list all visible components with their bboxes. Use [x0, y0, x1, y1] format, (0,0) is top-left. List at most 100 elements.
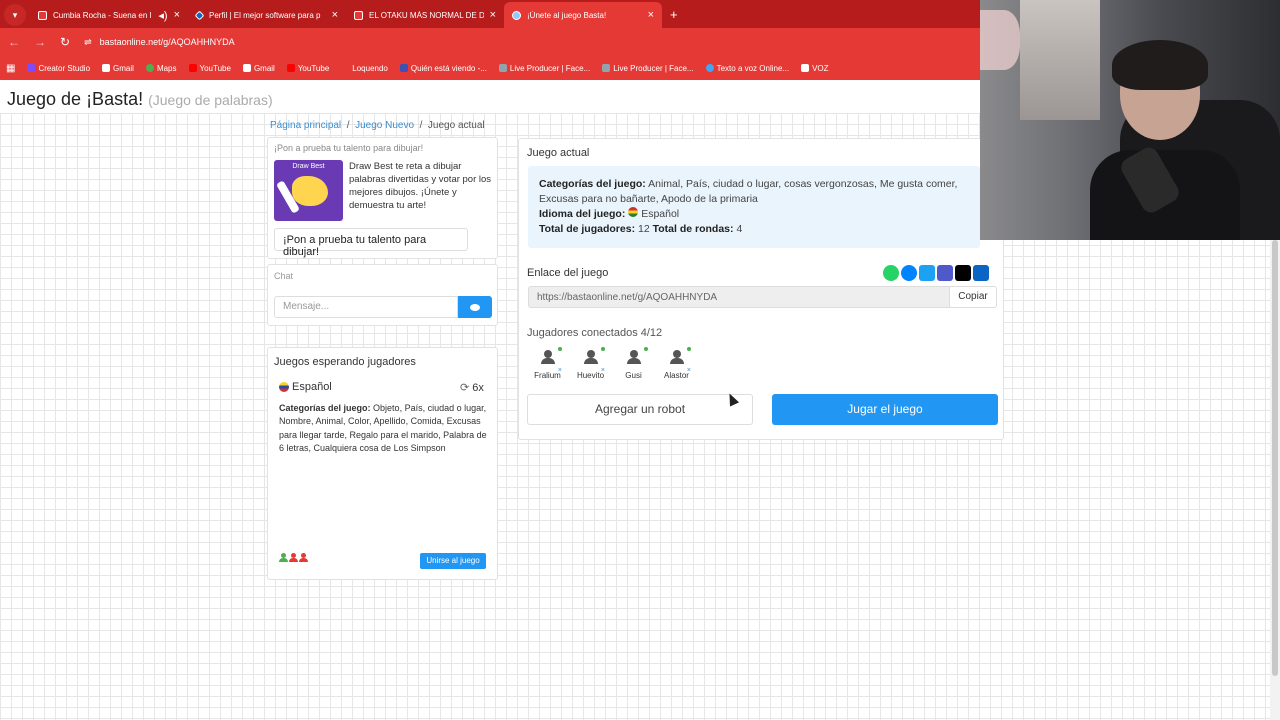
bookmark[interactable]: Texto a voz Online...: [705, 64, 789, 73]
player-icon: [299, 553, 308, 562]
player-item: × Huevito: [570, 347, 611, 380]
bookmark[interactable]: Loquendo: [341, 64, 388, 73]
site-header: Juego de ¡Basta! (Juego de palabras): [0, 80, 980, 113]
draw-best-image[interactable]: Draw Best: [274, 160, 343, 221]
teams-icon[interactable]: [937, 265, 953, 281]
browser-tab-active[interactable]: ¡Únete al juego Basta! ×: [504, 2, 662, 28]
close-icon[interactable]: ×: [174, 9, 180, 21]
refresh-icon: ⟳: [460, 382, 470, 394]
new-tab-button[interactable]: +: [662, 7, 686, 28]
remove-player-icon[interactable]: ×: [687, 367, 691, 374]
tab-title: Cumbia Rocha - Suena en l: [53, 10, 152, 20]
tab-search-button[interactable]: ▾: [4, 4, 26, 26]
url-text: bastaonline.net/g/AQOAHHNYDA: [99, 37, 235, 47]
chat-title: Chat: [274, 271, 294, 281]
bookmark-icon: [801, 64, 810, 72]
bookmark-icon: [498, 64, 507, 72]
paint-splash-icon: [292, 176, 328, 206]
user-icon: [667, 347, 687, 367]
bookmark[interactable]: Quién está viendo -...: [399, 64, 487, 73]
page-title: Juego de ¡Basta! (Juego de palabras): [7, 89, 273, 109]
breadcrumb-separator: /: [416, 120, 426, 131]
user-icon: [538, 347, 558, 367]
close-icon[interactable]: ×: [490, 9, 496, 21]
bookmark[interactable]: Maps: [145, 64, 177, 73]
chat-message-input[interactable]: Mensaje...: [274, 296, 458, 318]
connected-players-title: Jugadores conectados 4/12: [527, 327, 663, 339]
bookmark[interactable]: Gmail: [102, 64, 134, 73]
venezuela-flag-icon: [279, 382, 289, 392]
send-message-button[interactable]: [458, 296, 492, 318]
game-language: Español: [279, 381, 332, 393]
diamond-icon: [194, 10, 205, 20]
share-buttons: [883, 265, 989, 281]
connected-players-list: × Fralium × Huevito Gusi × Alastor: [527, 347, 697, 380]
copy-link-button[interactable]: Copiar: [949, 286, 997, 308]
player-icon: [289, 553, 298, 562]
bookmark[interactable]: YouTube: [286, 64, 329, 73]
promo-button[interactable]: ¡Pon a prueba tu talento para dibujar!: [274, 228, 468, 258]
player-item: Gusi: [613, 347, 654, 380]
globe-icon: [512, 10, 521, 20]
game-categories: Categorías del juego: Objeto, País, ciud…: [279, 403, 487, 453]
forward-icon[interactable]: →: [34, 35, 46, 49]
messenger-icon[interactable]: [901, 265, 917, 281]
browser-tab[interactable]: EL OTAKU MÁS NORMAL DE D ×: [346, 2, 504, 28]
breadcrumb: Página principal / Juego Nuevo / Juego a…: [270, 120, 485, 131]
join-game-button[interactable]: Unirse al juego: [420, 553, 486, 569]
share-plus-icon[interactable]: [973, 265, 989, 281]
browser-tab[interactable]: Cumbia Rocha - Suena en l ◂) ×: [30, 2, 188, 28]
bookmarks-bar: ▦ Creator Studio Gmail Maps YouTube Gmai…: [0, 56, 980, 80]
snapchat-icon[interactable]: [955, 265, 971, 281]
twitter-icon[interactable]: [919, 265, 935, 281]
back-icon[interactable]: ←: [8, 35, 20, 49]
bookmark[interactable]: Live Producer | Face...: [498, 64, 590, 73]
browser-tab[interactable]: Perfil | El mejor software para p ×: [188, 2, 346, 28]
user-icon: [581, 347, 601, 367]
reload-icon[interactable]: ↻: [60, 35, 70, 49]
game-language: Idioma del juego: Español: [539, 207, 680, 220]
remove-player-icon[interactable]: ×: [601, 367, 605, 374]
play-game-button[interactable]: Jugar el juego: [772, 394, 998, 425]
remove-player-icon[interactable]: ×: [558, 367, 562, 374]
scrollbar-thumb[interactable]: [1272, 240, 1278, 676]
bookmark-icon: [27, 64, 36, 72]
player-item: × Alastor: [656, 347, 697, 380]
bookmark[interactable]: Gmail: [242, 64, 275, 73]
bookmark[interactable]: YouTube: [188, 64, 231, 73]
webcam-person-hair: [1112, 40, 1208, 90]
promo-text: Draw Best te reta a dibujar palabras div…: [349, 161, 492, 211]
gmail-icon: [242, 64, 251, 72]
breadcrumb-current: Juego actual: [427, 120, 485, 131]
speaker-icon[interactable]: ◂): [158, 9, 167, 22]
bookmark[interactable]: Creator Studio: [27, 64, 90, 73]
chat-card: Chat Mensaje...: [267, 264, 498, 326]
whatsapp-icon[interactable]: [883, 265, 899, 281]
current-game-card: Juego actual Categorías del juego: Anima…: [518, 138, 1004, 440]
online-dot: [687, 347, 691, 351]
bookmark[interactable]: VOZ: [801, 64, 829, 73]
webcam-window-blinds: [1020, 0, 1100, 120]
player-icon: [279, 553, 288, 562]
current-game-title: Juego actual: [527, 147, 590, 159]
chat-bubble-icon: [470, 303, 480, 311]
bookmark-icon: [341, 64, 350, 72]
breadcrumb-new-game[interactable]: Juego Nuevo: [355, 120, 414, 131]
close-icon[interactable]: ×: [648, 9, 654, 21]
page-scrollbar[interactable]: [1270, 240, 1280, 720]
promo-title: ¡Pon a prueba tu talento para dibujar!: [274, 143, 424, 153]
tab-title: ¡Únete al juego Basta!: [527, 10, 607, 20]
add-robot-button[interactable]: Agregar un robot: [527, 394, 753, 425]
close-icon[interactable]: ×: [332, 9, 338, 21]
bookmark-icon: [602, 64, 611, 72]
game-categories: Categorías del juego: Animal, País, ciud…: [539, 178, 958, 205]
waiting-games-card: Juegos esperando jugadores Español ⟳ 6x C…: [267, 347, 498, 580]
bookmark[interactable]: Live Producer | Face...: [602, 64, 694, 73]
site-info-icon[interactable]: ⇌: [84, 37, 92, 48]
url-field[interactable]: ⇌ bastaonline.net/g/AQOAHHNYDA: [84, 37, 235, 48]
game-link-field[interactable]: https://bastaonline.net/g/AQOAHHNYDA: [528, 286, 950, 308]
webcam-overlay: [980, 0, 1280, 240]
breadcrumb-home[interactable]: Página principal: [270, 120, 341, 131]
apps-grid-icon[interactable]: ▦: [6, 63, 15, 74]
game-rounds: ⟳ 6x: [460, 381, 484, 395]
